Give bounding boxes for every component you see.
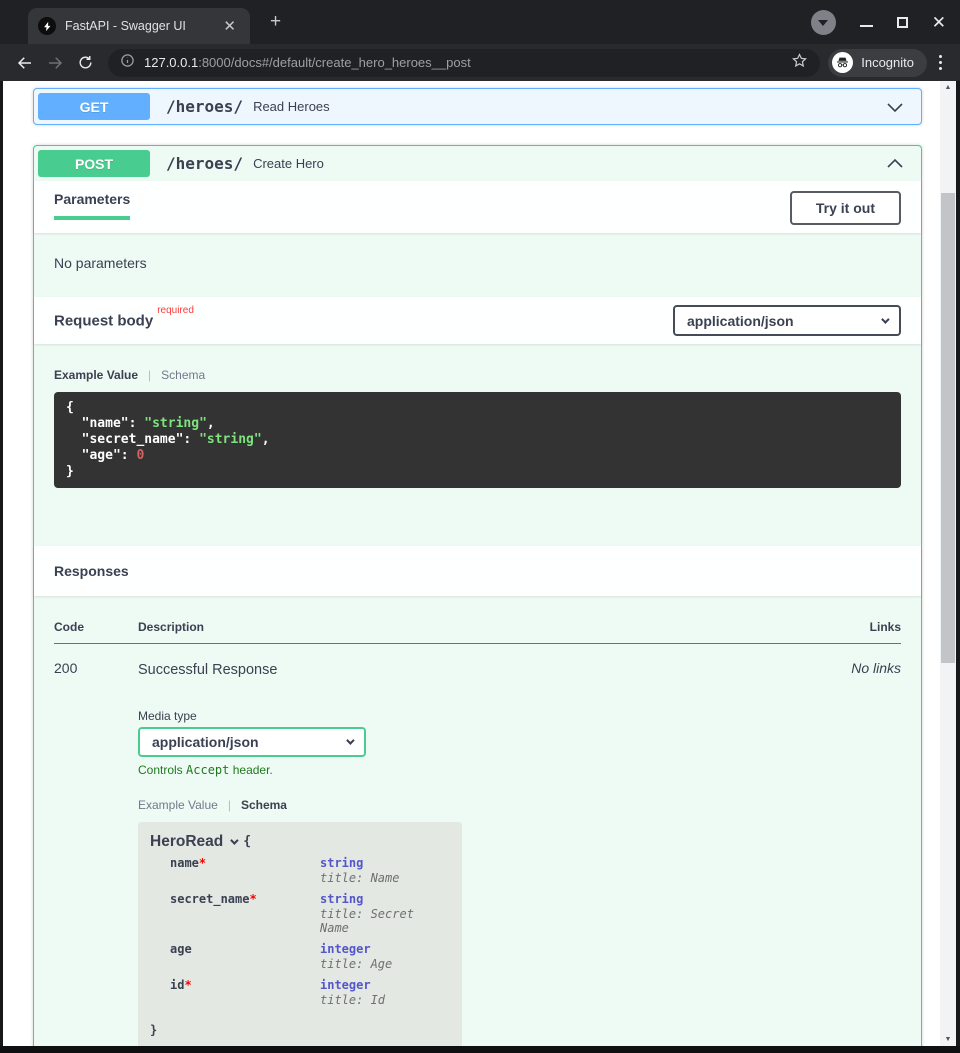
swagger-page: GET /heroes/ Read Heroes POST /heroes/ C… (3, 81, 940, 1046)
get-path: /heroes/ (166, 97, 243, 116)
responses-table-header: Code Description Links (54, 620, 901, 644)
required-badge: required (153, 305, 194, 316)
controls-accept-note: Controls Accept header. (138, 763, 809, 777)
scrollbar-thumb[interactable] (941, 193, 955, 663)
schema-property: name*stringtitle: Name (150, 856, 450, 885)
response-row-200: 200 Successful Response Media type appli… (54, 644, 901, 1046)
fastapi-favicon-icon (38, 17, 56, 35)
response-code: 200 (54, 660, 138, 1046)
request-body-label: Request bodyrequired (54, 311, 194, 330)
try-it-out-button[interactable]: Try it out (790, 191, 901, 225)
post-summary-text: Create Hero (253, 156, 885, 171)
parameters-title: Parameters (54, 191, 130, 220)
tab-example-value[interactable]: Example Value (54, 368, 138, 382)
tab-search-icon[interactable] (811, 10, 836, 35)
chevron-down-icon (881, 315, 889, 323)
tab-close-icon[interactable]: ✕ (219, 17, 240, 36)
responses-table: Code Description Links 200 Successful Re… (34, 596, 921, 1046)
chevron-down-icon[interactable] (230, 836, 238, 844)
response-links: No links (809, 660, 901, 1046)
url-text: 127.0.0.1:8000/docs#/default/create_hero… (144, 55, 782, 70)
model-name[interactable]: HeroRead (150, 835, 223, 849)
incognito-label: Incognito (861, 55, 914, 70)
opblock-get-heroes: GET /heroes/ Read Heroes (33, 88, 922, 125)
tab-schema[interactable]: Schema (161, 368, 205, 382)
back-icon[interactable] (10, 54, 40, 72)
post-method-badge: POST (38, 150, 150, 177)
incognito-badge: Incognito (828, 49, 927, 77)
media-type-label: Media type (138, 709, 809, 723)
schema-property: secret_name*stringtitle: Secret Name (150, 892, 450, 935)
post-heroes-summary[interactable]: POST /heroes/ Create Hero (34, 146, 921, 181)
url-field[interactable]: 127.0.0.1:8000/docs#/default/create_hero… (108, 49, 820, 77)
example-code: { "name": "string", "secret_name": "stri… (54, 392, 901, 488)
get-method-badge: GET (38, 93, 150, 120)
site-info-icon[interactable] (120, 53, 135, 73)
chevron-down-icon[interactable] (885, 97, 905, 117)
col-header-code: Code (54, 620, 138, 634)
tab-schema[interactable]: Schema (241, 798, 287, 812)
new-tab-button[interactable]: + (264, 11, 287, 33)
request-body-section-header: Request bodyrequired application/json (34, 297, 921, 344)
schema-properties: name*stringtitle: Name secret_name*string… (150, 856, 450, 1007)
parameters-section-header: Parameters Try it out (34, 181, 921, 233)
get-heroes-summary[interactable]: GET /heroes/ Read Heroes (34, 89, 921, 124)
schema-close-brace: } (150, 1023, 450, 1037)
scroll-up-icon[interactable]: ▲ (940, 84, 956, 91)
scrollbar[interactable]: ▲ ▼ (940, 81, 956, 1046)
responses-title: Responses (54, 563, 129, 579)
browser-window: FastAPI - Swagger UI ✕ + ✕ 127.0.0.1:800… (0, 0, 960, 1053)
tab-example-value[interactable]: Example Value (138, 798, 218, 812)
browser-tab[interactable]: FastAPI - Swagger UI ✕ (28, 8, 250, 44)
response-content-type-select[interactable]: application/json (138, 727, 366, 757)
get-summary-text: Read Heroes (253, 99, 885, 114)
chevron-up-icon[interactable] (885, 154, 905, 174)
window-close-button[interactable]: ✕ (932, 14, 946, 31)
minimize-button[interactable] (860, 25, 873, 27)
hero-read-schema-box: HeroRead { name*stringtitle: Namesecret_… (138, 822, 462, 1046)
reload-icon[interactable] (70, 54, 100, 71)
forward-icon[interactable] (40, 54, 70, 72)
post-path: /heroes/ (166, 154, 243, 173)
opblock-post-heroes: POST /heroes/ Create Hero Parameters Try… (33, 145, 922, 1046)
responses-section-header: Responses (34, 546, 921, 596)
window-bottom-edge (0, 1046, 960, 1053)
no-parameters-text: No parameters (34, 233, 921, 297)
maximize-button[interactable] (897, 17, 908, 28)
tab-title: FastAPI - Swagger UI (65, 19, 210, 33)
browser-menu-icon[interactable] (931, 55, 950, 70)
response-description: Successful Response (138, 660, 809, 678)
request-example-section: Example Value | Schema { "name": "string… (34, 344, 921, 546)
tab-bar: FastAPI - Swagger UI ✕ + ✕ (0, 0, 960, 44)
bookmark-star-icon[interactable] (791, 52, 808, 74)
schema-property: id*integertitle: Id (150, 978, 450, 1007)
schema-property: ageintegertitle: Age (150, 942, 450, 971)
col-header-description: Description (138, 620, 809, 634)
chevron-down-icon (346, 736, 354, 744)
address-bar: 127.0.0.1:8000/docs#/default/create_hero… (0, 44, 960, 81)
col-header-links: Links (809, 620, 901, 634)
incognito-icon (832, 52, 853, 73)
scroll-down-icon[interactable]: ▼ (940, 1036, 956, 1043)
request-content-type-select[interactable]: application/json (673, 305, 901, 336)
